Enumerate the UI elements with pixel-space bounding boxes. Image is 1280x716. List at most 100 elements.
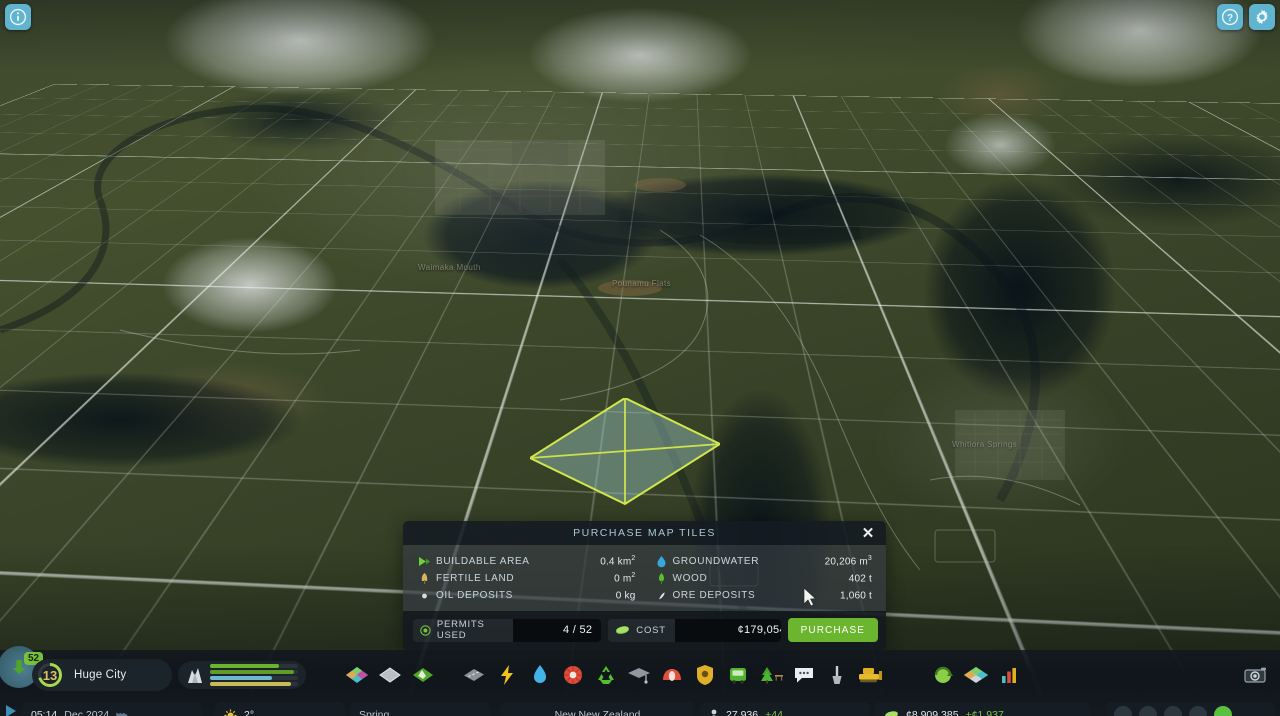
purchase-map-tiles-panel: PURCHASE MAP TILES ✕ BUILDABLE AREA 0.4 …: [403, 521, 886, 650]
selection-outline: [527, 396, 723, 506]
map-name-value: New New Zealand: [554, 709, 641, 716]
population-value: 27,936: [726, 709, 759, 716]
cost-value: ¢179,054: [674, 618, 781, 642]
fast-forward-icon[interactable]: ▸▸▸: [116, 709, 128, 716]
money-icon: [885, 710, 898, 716]
avatar[interactable]: [1114, 706, 1132, 716]
season-widget: Spring: [350, 702, 490, 716]
play-icon[interactable]: [5, 704, 17, 716]
map-label: Pounamu Flats: [612, 279, 672, 288]
tool-education[interactable]: [622, 655, 655, 695]
resource-column-right: GROUNDWATER 20,206 m3 WOOD 402 t ORE DEP…: [654, 553, 873, 604]
time-widget[interactable]: 05:14 Dec 2024 ▸▸▸: [22, 702, 202, 716]
season-value: Spring: [359, 709, 390, 716]
population-widget[interactable]: 27,936 +44: [700, 702, 870, 716]
tool-landscaping[interactable]: [406, 655, 439, 695]
resources-icon: [182, 665, 208, 685]
resource-value: 20,206 m3: [824, 555, 872, 568]
resource-bar-list: [208, 664, 298, 686]
tool-statistics[interactable]: [992, 655, 1025, 695]
tool-photo-mode[interactable]: [1239, 655, 1272, 695]
tool-roads[interactable]: [457, 655, 490, 695]
help-icon[interactable]: ?: [1217, 4, 1243, 30]
map-label: Whitiora Springs: [952, 440, 1018, 449]
ore-deposits-icon: [654, 590, 669, 601]
resource-value: 0 m2: [614, 572, 636, 585]
avatar[interactable]: [1164, 706, 1182, 716]
milestone-level: 13: [42, 667, 58, 683]
resource-bar: [210, 676, 298, 680]
tool-fire[interactable]: [655, 655, 688, 695]
milestone-widget[interactable]: 13 Huge City: [32, 659, 172, 691]
temperature-value: 2°: [244, 709, 255, 716]
map-name-widget: New New Zealand: [500, 702, 695, 716]
money-value: ¢8,909,385: [906, 709, 959, 716]
resource-label: GROUNDWATER: [672, 556, 760, 567]
avatar[interactable]: [1139, 706, 1157, 716]
tool-transport[interactable]: [721, 655, 754, 695]
avatar[interactable]: [1214, 706, 1232, 716]
resource-bar: [210, 682, 298, 686]
close-icon[interactable]: ✕: [860, 525, 876, 541]
resource-bars-widget[interactable]: [178, 661, 306, 689]
resource-row-wood: WOOD 402 t: [654, 570, 873, 587]
cost-label: COST: [636, 624, 666, 636]
resource-label: FERTILE LAND: [436, 573, 515, 584]
resource-bar: [210, 664, 298, 668]
permit-icon: [420, 624, 431, 636]
money-icon: [616, 625, 630, 634]
bottom-hud: 52 13 Huge City 05:14 Dec 2024 ▸▸▸ 2° Sp…: [0, 646, 1280, 716]
money-widget[interactable]: ¢8,909,385 +¢1,937: [875, 702, 1090, 716]
resource-row-oil-deposits: OIL DEPOSITS 0 kg: [417, 587, 636, 604]
resource-label: OIL DEPOSITS: [436, 590, 513, 601]
purchase-button[interactable]: PURCHASE: [787, 618, 878, 642]
weather-widget: 2°: [215, 702, 345, 716]
tool-parks[interactable]: [754, 655, 787, 695]
sun-icon: [224, 709, 237, 716]
resource-value: 0 kg: [615, 590, 636, 602]
tool-communications[interactable]: [787, 655, 820, 695]
tool-police[interactable]: [688, 655, 721, 695]
resource-column-left: BUILDABLE AREA 0.4 km2 FERTILE LAND 0 m2…: [417, 553, 636, 604]
groundwater-icon: [654, 555, 669, 568]
info-icon[interactable]: [5, 4, 31, 30]
tool-zones[interactable]: [340, 655, 373, 695]
cost-label-group: COST: [608, 625, 675, 636]
tool-bulldoze[interactable]: [853, 655, 886, 695]
game-screen: Waimaka Mouth Pounamu Flats Whitiora Spr…: [0, 0, 1280, 716]
resource-label: WOOD: [672, 573, 708, 584]
cost-field: COST ¢179,054: [608, 618, 781, 642]
population-delta: +44: [765, 709, 783, 716]
tool-water-sewage[interactable]: [523, 655, 556, 695]
resource-row-groundwater: GROUNDWATER 20,206 m3: [654, 553, 873, 570]
resource-row-buildable-area: BUILDABLE AREA 0.4 km2: [417, 553, 636, 570]
milestone-name: Huge City: [74, 669, 127, 681]
oil-deposits-icon: [417, 590, 432, 601]
clock-value: 05:14: [31, 709, 58, 716]
permits-used-field: PERMITS USED 4 / 52: [413, 618, 602, 642]
buildable-area-icon: [417, 556, 432, 567]
tool-electricity[interactable]: [490, 655, 523, 695]
resource-summary: BUILDABLE AREA 0.4 km2 FERTILE LAND 0 m2…: [403, 545, 886, 611]
map-label: Waimaka Mouth: [418, 263, 481, 272]
resource-value: 402 t: [848, 573, 872, 585]
panel-footer: PERMITS USED 4 / 52 COST ¢179,054 PURCHA…: [403, 611, 886, 650]
gear-icon[interactable]: [1249, 4, 1275, 30]
wood-icon: [654, 572, 669, 585]
selected-map-tiles: [527, 396, 723, 508]
resource-bar: [210, 670, 298, 674]
resource-label: BUILDABLE AREA: [436, 556, 530, 567]
tool-signature[interactable]: [820, 655, 853, 695]
permits-used-label: PERMITS USED: [436, 619, 485, 641]
date-value: Dec 2024: [64, 709, 110, 716]
tool-areas[interactable]: [373, 655, 406, 695]
money-delta: +¢1,937: [965, 709, 1004, 716]
tool-garbage[interactable]: [589, 655, 622, 695]
avatar[interactable]: [1189, 706, 1207, 716]
svg-text:?: ?: [1227, 13, 1233, 24]
tool-map-tiles[interactable]: [959, 655, 992, 695]
tool-healthcare[interactable]: [556, 655, 589, 695]
tool-economy[interactable]: [926, 655, 959, 695]
resource-value: 1,060 t: [840, 590, 872, 602]
avatar-list: [1105, 702, 1275, 716]
